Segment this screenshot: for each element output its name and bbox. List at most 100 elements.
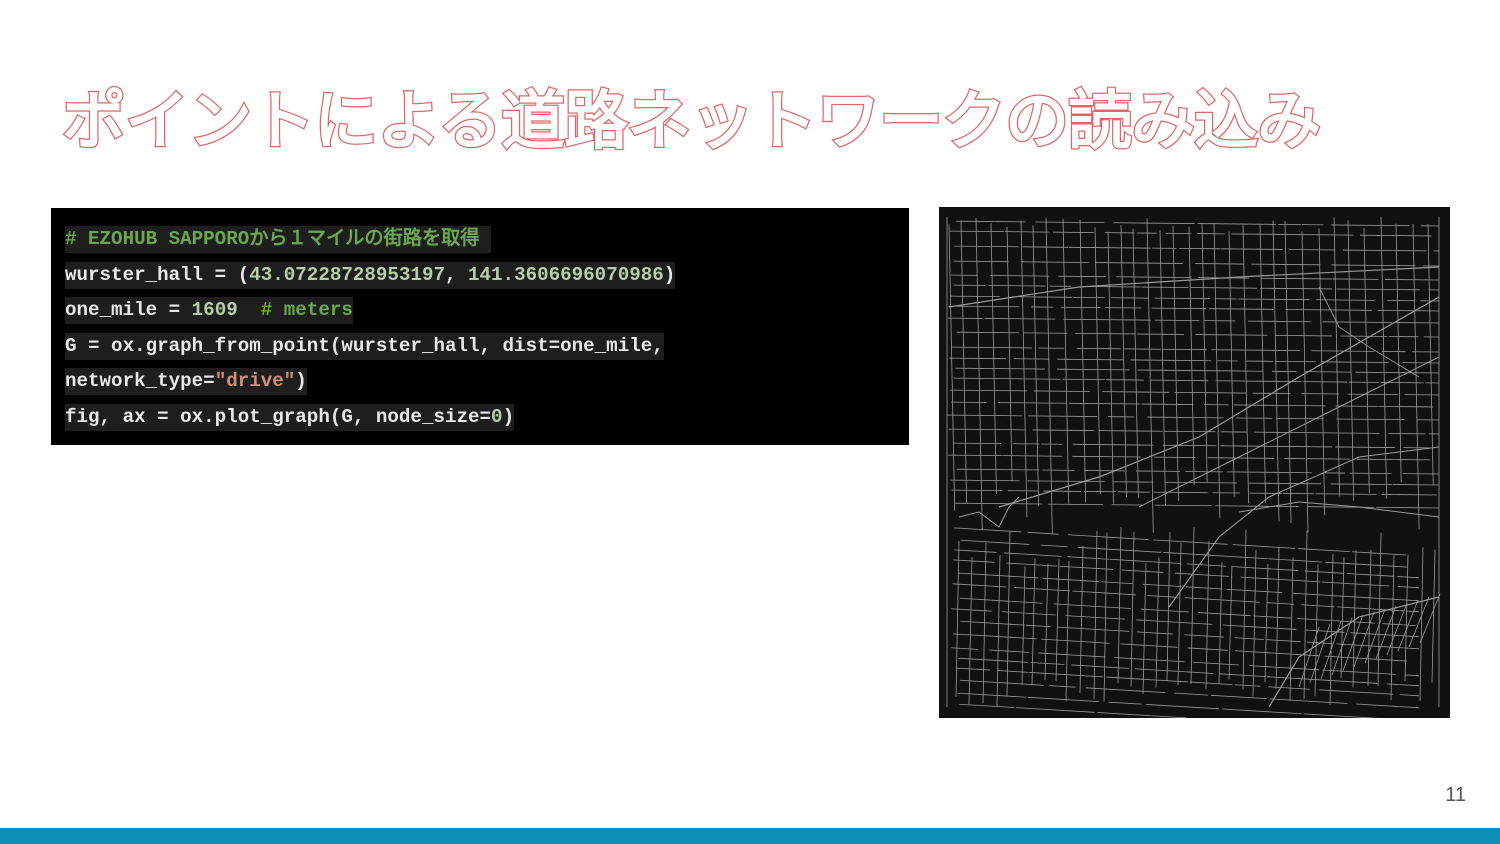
street-edge — [1032, 225, 1040, 507]
street-edge — [1072, 455, 1141, 458]
street-edge — [1404, 554, 1409, 682]
street-edge — [950, 479, 1020, 482]
street-edge — [1215, 380, 1302, 383]
street-edge — [1155, 557, 1160, 688]
street-edge — [1142, 583, 1182, 587]
street-edge — [1027, 480, 1105, 483]
street-edge — [951, 647, 979, 650]
street-edge — [958, 572, 1039, 579]
code-line: wurster_hall = (43.07228728953197, 141.3… — [65, 258, 895, 294]
street-edge — [1097, 712, 1152, 717]
street-edge — [1275, 547, 1280, 690]
street-edge — [1188, 226, 1195, 486]
street-edge — [1003, 552, 1062, 557]
code-token-number: 0 — [491, 405, 503, 428]
code-line-text: fig, ax = ox.plot_graph(G, node_size=0) — [65, 403, 515, 431]
street-edge — [1226, 588, 1283, 593]
street-edge — [1041, 638, 1110, 644]
street-edge — [1404, 674, 1420, 677]
street-edge — [1013, 587, 1071, 592]
street-edge — [1197, 223, 1276, 225]
street-edge — [1269, 698, 1348, 704]
street-edge — [1378, 405, 1434, 408]
code-token-plain: G = ox.graph_from_point(wurster_hall, di… — [65, 334, 664, 357]
street-edge — [1185, 586, 1223, 590]
street-edge — [1146, 218, 1154, 533]
street-edge — [1419, 547, 1424, 701]
street-edge — [1040, 544, 1068, 548]
street-edge — [1042, 577, 1099, 582]
street-edge — [1386, 683, 1420, 687]
street-edge — [1151, 307, 1207, 310]
street-edge — [1114, 657, 1185, 663]
street-network-plot — [939, 207, 1450, 718]
street-edge — [1142, 563, 1147, 694]
street-edge — [1120, 643, 1178, 648]
street-edge — [1154, 297, 1211, 300]
street-edge — [1356, 458, 1431, 461]
footer-bar — [0, 828, 1500, 844]
street-edge — [997, 670, 1029, 673]
street-edge — [1336, 643, 1404, 649]
street-edge — [1063, 318, 1151, 321]
street-edge — [1309, 623, 1331, 684]
street-edge — [990, 275, 1050, 277]
code-line: one_mile = 1609 # meters — [65, 293, 895, 329]
street-edge — [959, 703, 1015, 708]
street-edge — [1268, 558, 1322, 563]
street-edge — [955, 502, 1043, 505]
street-edge — [1395, 223, 1402, 483]
street-edge — [1025, 624, 1052, 628]
street-edge — [1347, 393, 1398, 395]
street-edge — [1069, 654, 1105, 658]
street-edge — [1147, 595, 1178, 598]
street-edge — [1113, 222, 1195, 224]
code-token-plain: one_mile = — [65, 299, 192, 322]
street-edge — [1045, 217, 1053, 534]
street-edge — [1259, 223, 1266, 504]
code-token-plain: network_type= — [65, 370, 215, 393]
code-line-text: wurster_hall = (43.07228728953197, 141.3… — [65, 261, 676, 289]
street-edge — [1242, 224, 1249, 504]
street-edge — [1234, 637, 1264, 640]
code-line: fig, ax = ox.plot_graph(G, node_size=0) — [65, 400, 895, 436]
street-edge — [975, 218, 983, 530]
code-token-plain: , — [444, 263, 469, 286]
street-edge — [956, 331, 1020, 334]
street-edge — [1062, 218, 1070, 504]
street-edge — [1027, 696, 1100, 703]
slide-title: ポイントによる道路ネットワークの読み込み — [61, 84, 1323, 160]
street-edge — [954, 245, 1019, 248]
street-edge — [1267, 676, 1318, 681]
street-edge — [1260, 287, 1333, 290]
street-edge — [1192, 661, 1239, 666]
street-edge — [952, 583, 1007, 588]
street-edge — [1132, 228, 1139, 499]
street-edge — [948, 428, 1025, 431]
code-line-text: one_mile = 1609 # meters — [65, 297, 353, 325]
street-edge — [1141, 403, 1194, 405]
street-edge — [1163, 552, 1196, 555]
street-edge — [1151, 715, 1187, 718]
street-edge — [1218, 561, 1223, 684]
street-edge — [1381, 494, 1438, 496]
street-edge — [954, 549, 997, 553]
street-edge — [1340, 557, 1345, 678]
street-edge — [1103, 532, 1108, 702]
street-edge — [1094, 227, 1101, 494]
street-edge — [1356, 703, 1419, 709]
street-edge — [1077, 546, 1162, 553]
street-network-svg — [946, 217, 1441, 718]
street-edge — [1322, 321, 1392, 323]
street-edge — [1044, 563, 1049, 680]
street-edge — [949, 230, 1004, 233]
street-edge — [1056, 368, 1130, 371]
street-edge — [1330, 224, 1410, 227]
street-edge — [1107, 231, 1114, 504]
street-edge — [1249, 665, 1320, 671]
street-edge — [1011, 600, 1043, 604]
code-token-string: "drive" — [214, 370, 296, 393]
street-edge — [1252, 550, 1257, 697]
street-edge — [1012, 296, 1072, 298]
street-edge — [1120, 225, 1127, 497]
